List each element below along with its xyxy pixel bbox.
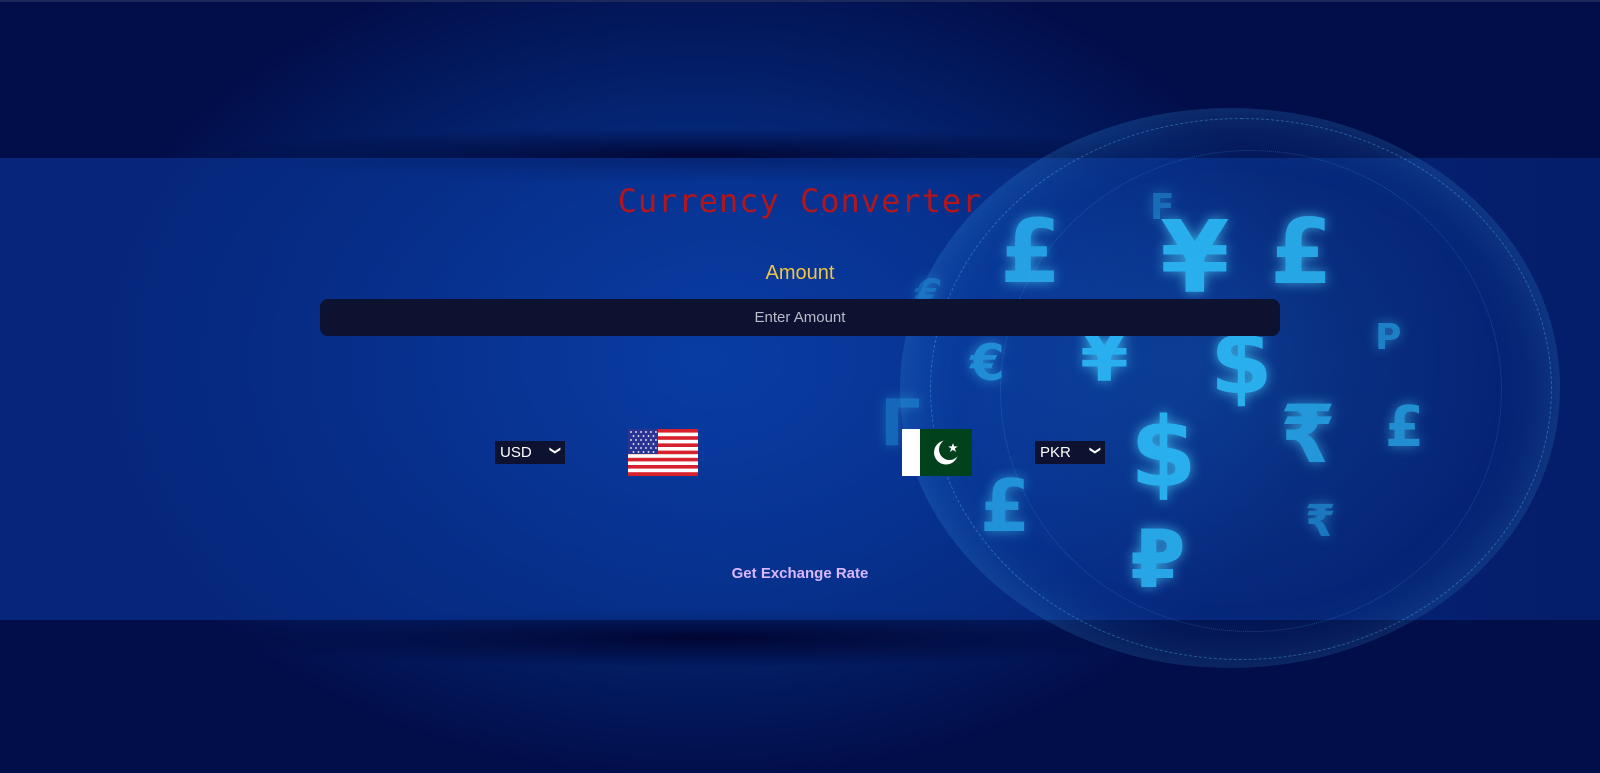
rupee-symbol-icon: ₹ — [1305, 496, 1336, 547]
us-flag-icon — [628, 429, 698, 476]
amount-label: Amount — [765, 262, 835, 284]
chevron-down-icon: ❯ — [1088, 445, 1101, 456]
from-currency-select[interactable]: USD ❯ — [495, 441, 565, 464]
page: £ ¥ £ € ¥ $ P ₹ £ $ £ ₽ ₹ € F Г Currency… — [0, 0, 1600, 773]
amount-input[interactable] — [320, 299, 1280, 336]
chevron-down-icon: ❯ — [548, 445, 561, 456]
pound-symbol-icon: £ — [980, 464, 1031, 548]
pound-symbol-icon: £ — [1385, 395, 1424, 460]
top-edge — [0, 0, 1600, 2]
to-currency-select[interactable]: PKR ❯ — [1035, 441, 1105, 464]
ruble-symbol-icon: ₽ — [1130, 513, 1186, 606]
to-currency-value: PKR — [1040, 444, 1071, 461]
from-currency-value: USD — [500, 444, 532, 461]
get-exchange-rate-button-wrapper: Get Exchange Rate — [0, 563, 1600, 582]
page-title: Currency Converter — [617, 182, 983, 220]
p-symbol-icon: P — [1375, 317, 1402, 358]
dollar-symbol-icon: $ — [1130, 397, 1197, 509]
get-exchange-rate-button[interactable]: Get Exchange Rate — [732, 565, 869, 582]
euro-symbol-icon: € — [970, 334, 1005, 392]
pk-flag-icon — [902, 429, 972, 476]
rupee-symbol-icon: ₹ — [1280, 388, 1336, 481]
